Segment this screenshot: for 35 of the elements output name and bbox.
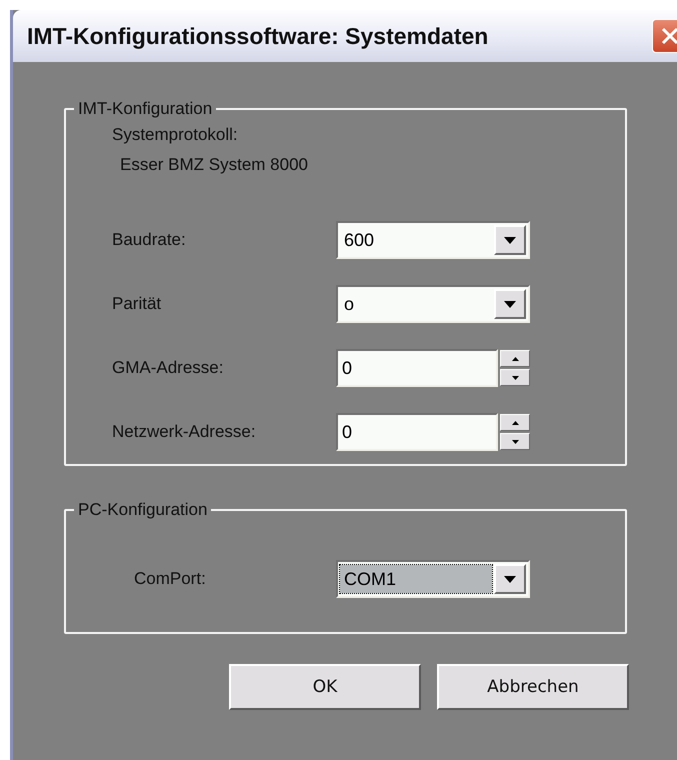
field-label: GMA-Adresse: — [112, 358, 224, 378]
window-title: IMT-Konfigurationssoftware: Systemdaten — [27, 22, 488, 50]
dialog-button[interactable]: Abbrechen — [437, 664, 629, 710]
protocol-label: Systemprotokoll: — [112, 125, 239, 145]
field-label: Baudrate: — [112, 230, 187, 250]
dropdown-value: o — [343, 294, 354, 314]
number-field[interactable]: 0 — [336, 349, 498, 387]
spin-down-button[interactable] — [500, 433, 530, 450]
dropdown[interactable]: 600 — [336, 221, 530, 259]
group-title: IMT-Konfiguration — [77, 99, 214, 119]
dropdown-button[interactable] — [494, 564, 526, 594]
dialog-button[interactable]: OK — [229, 664, 421, 710]
dropdown-value: 600 — [343, 230, 374, 250]
group-title: PC-Konfiguration — [77, 500, 208, 520]
down-arrow-icon — [512, 376, 518, 380]
down-arrow-icon — [512, 440, 518, 444]
field-label: Parität — [112, 294, 162, 314]
spin-up-button[interactable] — [500, 350, 530, 367]
dropdown-value: COM1 — [340, 565, 492, 593]
caret-icon — [504, 300, 516, 308]
close-icon — [660, 26, 677, 46]
protocol-value: Esser BMZ System 8000 — [119, 155, 310, 175]
caret-icon — [504, 576, 516, 582]
caret-icon — [504, 236, 516, 244]
number-field[interactable]: 0 — [336, 413, 498, 451]
dropdown-button[interactable] — [494, 225, 526, 255]
dropdown-button[interactable] — [494, 289, 526, 319]
up-arrow-icon — [512, 356, 518, 360]
field-label: ComPort: — [133, 569, 207, 589]
field-label: Netzwerk-Adresse: — [112, 422, 257, 442]
dropdown[interactable]: o — [336, 285, 530, 323]
up-arrow-icon — [512, 420, 518, 424]
spin-up-button[interactable] — [500, 414, 530, 431]
dropdown[interactable]: COM1 — [336, 560, 530, 598]
spin-down-button[interactable] — [500, 369, 530, 386]
